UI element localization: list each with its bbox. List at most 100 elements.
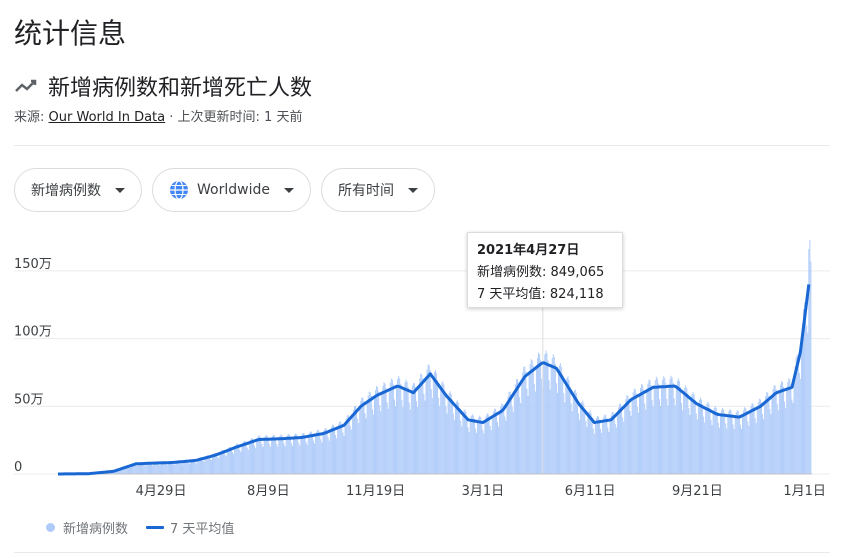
case-bar <box>752 403 754 474</box>
case-bar <box>469 419 471 474</box>
case-bar <box>650 385 652 474</box>
case-bar <box>122 469 124 474</box>
case-bar <box>330 426 332 474</box>
case-bar <box>785 408 787 474</box>
time-range-dropdown-label: 所有时间 <box>337 183 394 199</box>
case-bar <box>511 406 513 474</box>
metric-dropdown[interactable]: 新增病例数 <box>14 168 142 212</box>
case-bar <box>755 422 757 474</box>
case-bar <box>259 435 261 474</box>
case-bar <box>175 461 177 474</box>
case-bar <box>253 439 255 474</box>
case-bar <box>689 414 691 474</box>
case-bar <box>555 383 557 474</box>
case-bar <box>667 405 669 474</box>
case-bar <box>641 384 643 474</box>
case-bar <box>746 410 748 474</box>
case-bar <box>629 410 631 474</box>
case-bar <box>778 390 780 474</box>
case-bar <box>358 423 360 474</box>
case-bar <box>770 414 772 474</box>
case-bar <box>718 427 720 474</box>
case-bar <box>371 408 373 474</box>
case-bar <box>235 445 237 474</box>
case-bar <box>570 403 572 474</box>
case-bar <box>212 455 214 474</box>
case-bar <box>624 404 626 474</box>
case-bar <box>238 445 240 474</box>
case-bar <box>743 410 745 474</box>
time-range-dropdown[interactable]: 所有时间 <box>320 168 435 212</box>
case-bar <box>742 414 744 474</box>
chart-tooltip: 2021年4月27日 新增病例数: 849,065 7 天平均值: 824,11… <box>467 232 623 308</box>
case-bar <box>694 399 696 474</box>
source-link[interactable]: Our World In Data <box>49 110 166 125</box>
case-bar <box>457 400 459 474</box>
case-bar <box>652 406 654 474</box>
case-bar <box>682 410 684 474</box>
case-bar <box>754 418 756 474</box>
case-bar <box>710 419 712 474</box>
case-bar <box>327 437 329 474</box>
region-dropdown[interactable]: Worldwide <box>152 168 311 212</box>
case-bar <box>665 383 667 474</box>
case-bar <box>538 352 540 474</box>
divider <box>14 145 830 146</box>
case-bar <box>226 450 228 474</box>
case-bar <box>355 406 357 474</box>
case-bar <box>775 389 777 474</box>
case-bar <box>241 444 243 474</box>
case-bar <box>379 405 381 474</box>
case-bar <box>166 465 168 474</box>
case-bar <box>631 397 633 474</box>
case-bar <box>446 413 448 474</box>
case-bar <box>592 428 594 474</box>
case-bar <box>382 386 384 474</box>
case-bar <box>331 424 333 474</box>
cases-chart[interactable]: 0 50万 100万 150万 4月29日 8月9日 11月19日 3月1日 6月11日 9月21… <box>0 225 848 515</box>
case-bar <box>485 416 487 474</box>
case-bar <box>669 379 671 474</box>
case-bar <box>572 393 574 474</box>
case-bar <box>707 401 709 474</box>
case-bar <box>635 393 637 474</box>
case-bar <box>617 407 619 474</box>
case-bar <box>219 453 221 474</box>
case-bar <box>247 449 249 474</box>
case-bar <box>279 435 281 474</box>
case-bar <box>498 426 500 474</box>
case-bar <box>507 396 509 474</box>
case-bar <box>643 389 645 474</box>
case-bar <box>539 353 541 474</box>
case-bar <box>249 439 251 474</box>
metric-dropdown-label: 新增病例数 <box>31 183 101 199</box>
y-tick-label: 0 <box>14 460 22 475</box>
case-bar <box>360 400 362 474</box>
x-tick-label: 11月19日 <box>346 484 405 499</box>
case-bar <box>571 411 573 474</box>
case-bar <box>756 406 758 474</box>
case-bar <box>810 261 812 474</box>
case-bar <box>272 436 273 474</box>
case-bar <box>270 438 272 474</box>
case-bar <box>285 437 287 474</box>
case-bar <box>749 410 751 474</box>
case-bar <box>737 411 739 474</box>
case-bar <box>431 398 433 474</box>
case-bar <box>416 401 418 474</box>
case-bar <box>398 375 400 474</box>
case-bar <box>623 421 625 474</box>
case-bar <box>188 463 190 474</box>
case-bar <box>273 434 274 474</box>
case-bar <box>524 366 526 474</box>
case-bar <box>632 392 634 474</box>
case-bar <box>484 420 486 474</box>
case-bar <box>452 413 454 474</box>
case-bar <box>303 433 305 474</box>
case-bar <box>395 406 396 474</box>
case-bar <box>774 385 776 474</box>
case-bar <box>380 411 382 474</box>
case-bar <box>406 381 408 474</box>
case-bar <box>311 433 313 474</box>
case-bar <box>768 396 770 474</box>
